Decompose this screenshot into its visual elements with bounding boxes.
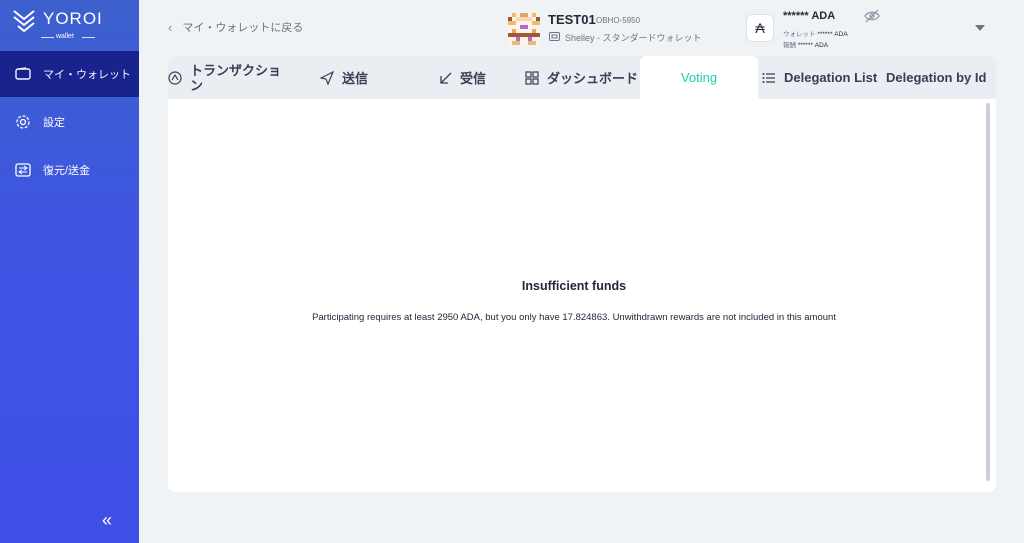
yoroi-mark-icon <box>13 10 35 33</box>
collapse-sidebar-button[interactable]: « <box>102 510 112 531</box>
wallet-identicon <box>508 13 540 45</box>
transfer-icon <box>15 162 31 178</box>
sidebar-item-restore-transfer[interactable]: 復元/送金 <box>0 147 139 193</box>
scrollbar[interactable] <box>986 103 990 481</box>
insufficient-funds-message: Participating requires at least 2950 ADA… <box>312 312 836 323</box>
wallet-type: Shelley - スタンダードウォレット <box>549 31 702 44</box>
dashboard-icon <box>525 70 539 85</box>
yoroi-logo[interactable]: YOROI wallet <box>12 8 122 42</box>
wallet-dropdown-toggle[interactable] <box>975 25 985 31</box>
wallet-type-label: Shelley - スタンダードウォレット <box>565 33 702 43</box>
tab-label: Voting <box>680 70 718 85</box>
tab-receive[interactable]: 受信 <box>440 56 486 99</box>
wallet-plate: OBHO-5950 <box>596 16 641 25</box>
double-chevron-left-icon: « <box>102 510 113 530</box>
back-to-wallets-link[interactable]: ‹ マイ・ウォレットに戻る <box>168 19 303 35</box>
tab-transactions[interactable]: トランザクション <box>168 56 293 99</box>
chevron-left-icon: ‹ <box>168 19 173 35</box>
send-icon <box>320 70 334 85</box>
sidebar-item-settings[interactable]: 設定 <box>0 99 139 145</box>
tab-delegation-by-id[interactable]: Delegation by Id <box>886 56 986 99</box>
ada-icon: ₳ <box>746 14 774 42</box>
tab-label: ダッシュボード <box>547 71 639 86</box>
sidebar-item-label: 設定 <box>43 117 65 129</box>
tab-voting[interactable]: Voting <box>640 56 758 99</box>
brand-divider <box>41 37 54 38</box>
sidebar-item-label: マイ・ウォレット <box>43 69 131 81</box>
wallet-icon <box>15 66 31 82</box>
sidebar-item-label: 復元/送金 <box>43 165 91 177</box>
tab-label: 送信 <box>342 71 369 86</box>
insufficient-funds-title: Insufficient funds <box>521 279 627 293</box>
rewards-value: ****** ADA <box>797 42 829 49</box>
total-balance: ****** ADA <box>783 10 836 22</box>
tab-delegation-list[interactable]: Delegation List <box>762 56 877 99</box>
wallet-name: TEST01 <box>548 12 596 27</box>
receive-icon <box>440 72 452 84</box>
back-label: マイ・ウォレットに戻る <box>182 22 304 34</box>
tab-label: 受信 <box>460 71 487 86</box>
wallet-balance-label: ウォレット <box>783 31 816 38</box>
eye-off-icon[interactable] <box>864 9 880 23</box>
gear-icon <box>15 114 31 130</box>
transactions-icon <box>168 70 182 85</box>
wallet-balance-row: ウォレット ****** ADA <box>783 28 848 38</box>
wallet-type-icon <box>549 32 560 43</box>
tab-label: トランザクション <box>190 62 282 93</box>
voting-panel <box>168 99 996 492</box>
wallet-tabs: トランザクション 送信 受信 ダッシュボード Voting Delegation… <box>168 56 996 99</box>
rewards-label: 報酬 <box>783 42 796 49</box>
brand-subtitle: wallet <box>56 33 74 40</box>
brand-name: YOROI <box>43 9 103 28</box>
list-icon <box>762 72 776 84</box>
wallet-balance-value: ****** ADA <box>817 31 848 38</box>
tab-dashboard[interactable]: ダッシュボード <box>525 56 638 99</box>
rewards-balance-row: 報酬 ****** ADA <box>783 39 828 49</box>
tab-label: Delegation by Id <box>886 70 987 85</box>
brand-divider <box>82 37 95 38</box>
sidebar: YOROI wallet マイ・ウォレット 設定 復元/送金 « <box>0 0 139 543</box>
tab-send[interactable]: 送信 <box>320 56 368 99</box>
sidebar-item-my-wallets[interactable]: マイ・ウォレット <box>0 51 139 97</box>
tab-label: Delegation List <box>784 70 878 85</box>
